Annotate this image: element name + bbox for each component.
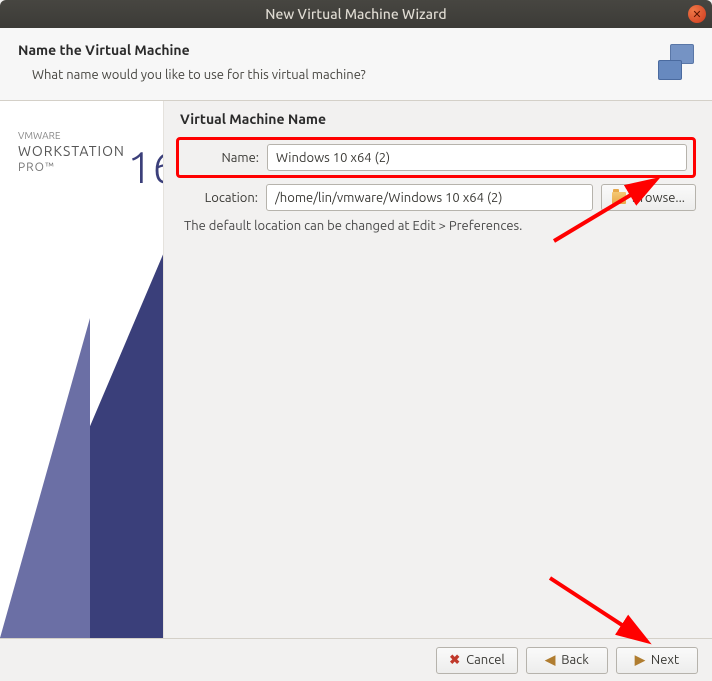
annotation-arrow-browse (544, 171, 684, 251)
back-label: Back (561, 653, 589, 667)
wizard-footer: ✖ Cancel ◀ Back ▶ Next (0, 638, 712, 681)
name-label: Name: (181, 151, 259, 165)
location-field[interactable] (266, 184, 593, 211)
location-hint: The default location can be changed at E… (184, 219, 696, 233)
wizard-header: Name the Virtual Machine What name would… (0, 28, 712, 101)
name-field[interactable] (267, 144, 687, 171)
title-bar: New Virtual Machine Wizard ✕ (0, 0, 712, 28)
next-button[interactable]: ▶ Next (616, 647, 698, 674)
section-title: Virtual Machine Name (180, 111, 696, 127)
cancel-icon: ✖ (449, 653, 460, 668)
logo-tier: PRO™ (18, 160, 125, 176)
back-icon: ◀ (545, 653, 555, 668)
cancel-label: Cancel (466, 653, 505, 667)
main-panel: Virtual Machine Name Name: Location: Bro… (164, 101, 712, 638)
back-button[interactable]: ◀ Back (526, 647, 608, 674)
location-label: Location: (180, 191, 258, 205)
window-close-button[interactable]: ✕ (688, 5, 706, 23)
vm-icon (658, 42, 694, 80)
logo-version: 16 (127, 139, 164, 196)
content-area: VMWARE WORKSTATION PRO™ 16 Virtual Machi… (0, 101, 712, 638)
sidebar: VMWARE WORKSTATION PRO™ 16 (0, 101, 164, 638)
window-title: New Virtual Machine Wizard (265, 6, 446, 22)
logo-brand: VMWARE (18, 129, 125, 142)
vmware-logo: VMWARE WORKSTATION PRO™ 16 (18, 129, 125, 176)
browse-label: Browse... (632, 191, 685, 205)
next-icon: ▶ (635, 653, 645, 668)
cancel-button[interactable]: ✖ Cancel (436, 647, 518, 674)
next-label: Next (651, 653, 679, 667)
close-icon: ✕ (692, 8, 701, 21)
folder-icon (612, 192, 626, 204)
name-row-highlight: Name: (176, 137, 696, 178)
logo-product: WORKSTATION (18, 142, 125, 160)
page-subtitle: What name would you like to use for this… (32, 68, 366, 82)
browse-button[interactable]: Browse... (601, 184, 696, 211)
page-title: Name the Virtual Machine (18, 42, 366, 58)
